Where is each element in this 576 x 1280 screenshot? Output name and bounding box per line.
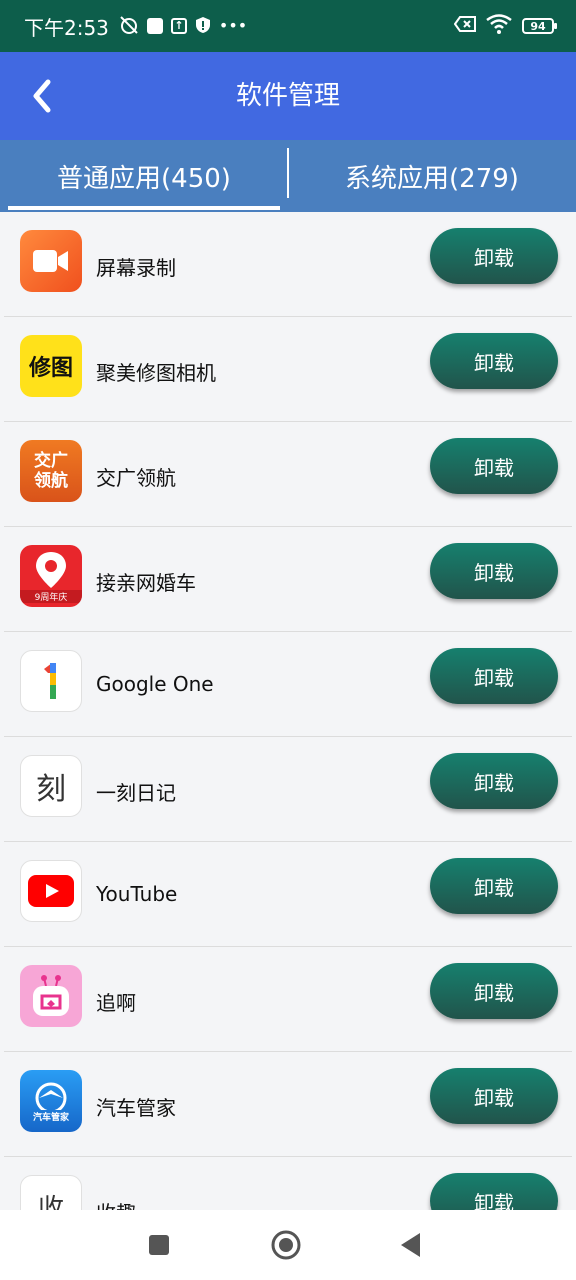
status-bar: 下午2:53 ↑ ••• 94 bbox=[0, 0, 576, 52]
tab-label: 普通应用(450) bbox=[57, 163, 231, 194]
app-name: 屏幕录制 bbox=[96, 256, 176, 280]
tab-divider bbox=[287, 148, 289, 198]
tab-regular-apps[interactable]: 普通应用(450) bbox=[0, 140, 288, 212]
header-bar: 软件管理 bbox=[0, 52, 576, 140]
uninstall-button[interactable]: 卸载 bbox=[430, 1068, 558, 1124]
uninstall-button[interactable]: 卸载 bbox=[430, 1173, 558, 1210]
home-button[interactable] bbox=[269, 1228, 303, 1262]
active-tab-indicator bbox=[8, 206, 280, 210]
uninstall-button[interactable]: 卸载 bbox=[430, 333, 558, 389]
photo-edit-icon: 修图 bbox=[20, 335, 82, 397]
uninstall-button[interactable]: 卸载 bbox=[430, 648, 558, 704]
wedding-car-icon: 9周年庆 bbox=[20, 545, 82, 607]
uninstall-button[interactable]: 卸载 bbox=[430, 753, 558, 809]
page-title: 软件管理 bbox=[235, 81, 340, 111]
app-name: 交广领航 bbox=[96, 466, 176, 490]
car-manager-icon: 汽车管家 bbox=[20, 1070, 82, 1132]
icon-text: 交广 bbox=[34, 451, 68, 471]
app-name: 追啊 bbox=[96, 991, 136, 1015]
app-name: YouTube bbox=[96, 882, 178, 906]
more-icon: ••• bbox=[218, 16, 248, 35]
jiaoguang-icon: 交广 领航 bbox=[20, 440, 82, 502]
uninstall-button[interactable]: 卸载 bbox=[430, 438, 558, 494]
app-name: 汽车管家 bbox=[96, 1096, 176, 1120]
square-icon bbox=[149, 1235, 169, 1255]
google-one-icon bbox=[20, 650, 82, 712]
list-item: 9周年庆 接亲网婚车 卸载 bbox=[4, 527, 572, 632]
list-item: 修图 聚美修图相机 卸载 bbox=[4, 317, 572, 422]
uninstall-button[interactable]: 卸载 bbox=[430, 228, 558, 284]
upload-icon: ↑ bbox=[170, 18, 187, 34]
icon-text: 汽车管家 bbox=[32, 1112, 69, 1123]
icon-text: 修图 bbox=[28, 356, 73, 381]
list-item: Google One 卸载 bbox=[4, 632, 572, 737]
list-item: 屏幕录制 卸载 bbox=[4, 212, 572, 317]
icon-text: 9周年庆 bbox=[20, 589, 82, 603]
youtube-icon bbox=[20, 860, 82, 922]
app-name: 一刻日记 bbox=[96, 781, 176, 805]
status-time: 下午2:53 bbox=[24, 15, 109, 40]
app-name: 聚美修图相机 bbox=[96, 361, 216, 385]
alarm-off-icon bbox=[119, 15, 139, 38]
notification-icon bbox=[146, 18, 163, 34]
list-item: YouTube 卸载 bbox=[4, 842, 572, 947]
wifi-icon bbox=[486, 14, 512, 38]
list-item: 汽车管家 汽车管家 卸载 bbox=[4, 1052, 572, 1157]
tab-label: 系统应用(279) bbox=[345, 163, 519, 194]
uninstall-button[interactable]: 卸载 bbox=[430, 858, 558, 914]
list-item: 交广 领航 交广领航 卸载 bbox=[4, 422, 572, 527]
diary-icon: 刻 bbox=[20, 755, 82, 817]
tab-system-apps[interactable]: 系统应用(279) bbox=[288, 140, 576, 212]
app-name: Google One bbox=[96, 672, 214, 696]
icon-text: 刻 bbox=[36, 772, 66, 807]
uninstall-button[interactable]: 卸载 bbox=[430, 963, 558, 1019]
recent-apps-button[interactable] bbox=[142, 1228, 176, 1262]
app-list[interactable]: 屏幕录制 卸载 修图 聚美修图相机 卸载 交广 领航 交广领航 卸载 9周年庆 … bbox=[0, 212, 576, 1210]
list-item: 追啊 卸载 bbox=[4, 947, 572, 1052]
zhuia-icon bbox=[20, 965, 82, 1027]
icon-text: 收 bbox=[37, 1193, 64, 1211]
navigation-bar bbox=[0, 1210, 576, 1280]
icon-text: 领航 bbox=[34, 471, 68, 491]
back-nav-button[interactable] bbox=[394, 1228, 428, 1262]
app-name: 收趣 bbox=[96, 1197, 136, 1210]
list-item: 收 收趣 卸载 bbox=[4, 1157, 572, 1210]
app-name: 接亲网婚车 bbox=[96, 571, 196, 595]
battery-indicator: 94 bbox=[522, 18, 557, 34]
shouqu-icon: 收 bbox=[20, 1175, 82, 1210]
list-item: 刻 一刻日记 卸载 bbox=[4, 737, 572, 842]
sim-off-icon bbox=[453, 16, 476, 36]
screen-record-icon bbox=[20, 230, 82, 292]
home-circle-icon bbox=[271, 1230, 301, 1260]
uninstall-button[interactable]: 卸载 bbox=[430, 543, 558, 599]
shield-icon bbox=[195, 16, 211, 37]
triangle-back-icon bbox=[401, 1233, 420, 1257]
status-right: 94 bbox=[453, 14, 557, 38]
